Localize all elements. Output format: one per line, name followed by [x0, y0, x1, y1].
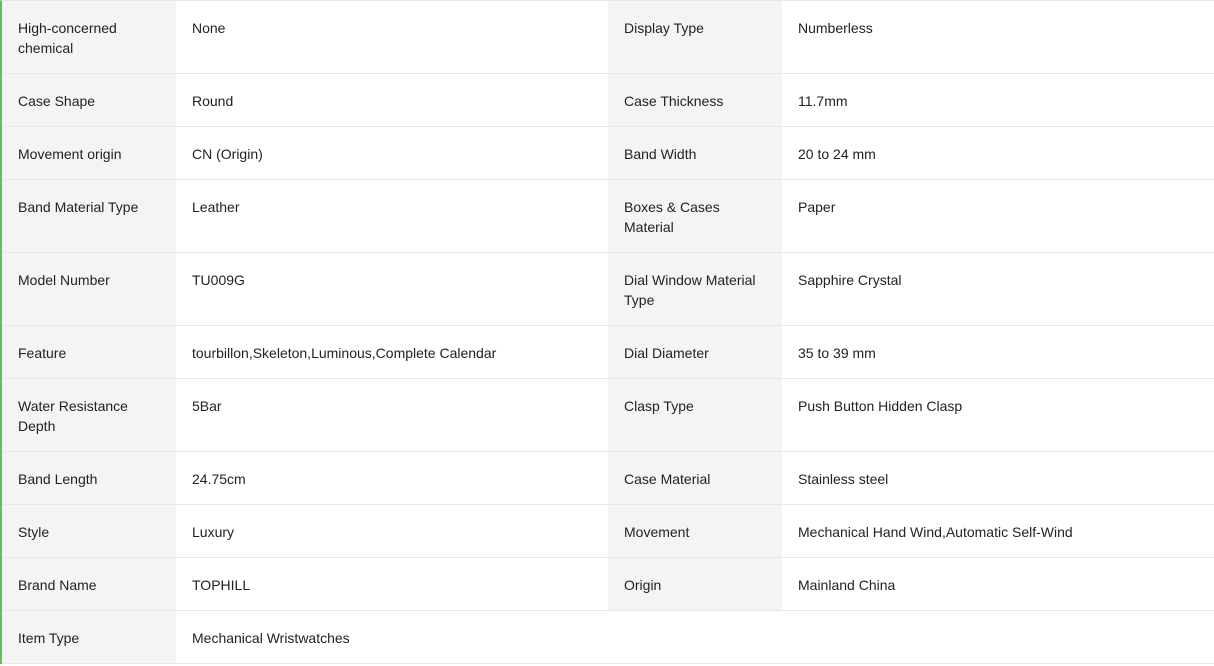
- product-specifications-table: High-concerned chemical None Display Typ…: [0, 0, 1214, 664]
- spec-value: CN (Origin): [176, 127, 608, 179]
- spec-value: Mainland China: [782, 558, 1214, 610]
- spec-value: Leather: [176, 180, 608, 252]
- table-row: Brand Name TOPHILL Origin Mainland China: [2, 558, 1214, 611]
- spec-label: Boxes & Cases Material: [608, 180, 782, 252]
- spec-label: Style: [2, 505, 176, 557]
- spec-value: Stainless steel: [782, 452, 1214, 504]
- spec-label: Water Resistance Depth: [2, 379, 176, 451]
- spec-value: Luxury: [176, 505, 608, 557]
- spec-value: Mechanical Hand Wind,Automatic Self-Wind: [782, 505, 1214, 557]
- table-row: Item Type Mechanical Wristwatches: [2, 611, 1214, 664]
- spec-label: Band Length: [2, 452, 176, 504]
- spec-value: Push Button Hidden Clasp: [782, 379, 1214, 451]
- empty-cell: [782, 611, 1214, 663]
- spec-label: Movement origin: [2, 127, 176, 179]
- spec-value: Round: [176, 74, 608, 126]
- spec-label: Case Shape: [2, 74, 176, 126]
- spec-label: Case Material: [608, 452, 782, 504]
- table-row: Water Resistance Depth 5Bar Clasp Type P…: [2, 379, 1214, 452]
- spec-value: Numberless: [782, 1, 1214, 73]
- spec-label: Movement: [608, 505, 782, 557]
- spec-value: TOPHILL: [176, 558, 608, 610]
- empty-cell: [608, 611, 782, 663]
- spec-value: 11.7mm: [782, 74, 1214, 126]
- spec-value: 35 to 39 mm: [782, 326, 1214, 378]
- spec-value: 24.75cm: [176, 452, 608, 504]
- spec-value: TU009G: [176, 253, 608, 325]
- table-row: Feature tourbillon,Skeleton,Luminous,Com…: [2, 326, 1214, 379]
- spec-label: Display Type: [608, 1, 782, 73]
- spec-label: Case Thickness: [608, 74, 782, 126]
- spec-value: None: [176, 1, 608, 73]
- spec-value: Mechanical Wristwatches: [176, 611, 608, 663]
- table-row: Case Shape Round Case Thickness 11.7mm: [2, 74, 1214, 127]
- spec-label: Dial Window Material Type: [608, 253, 782, 325]
- spec-label: Item Type: [2, 611, 176, 663]
- table-row: Band Length 24.75cm Case Material Stainl…: [2, 452, 1214, 505]
- spec-label: High-concerned chemical: [2, 1, 176, 73]
- spec-label: Feature: [2, 326, 176, 378]
- table-row: Movement origin CN (Origin) Band Width 2…: [2, 127, 1214, 180]
- spec-label: Dial Diameter: [608, 326, 782, 378]
- table-row: Band Material Type Leather Boxes & Cases…: [2, 180, 1214, 253]
- spec-value: 20 to 24 mm: [782, 127, 1214, 179]
- spec-label: Clasp Type: [608, 379, 782, 451]
- table-row: Model Number TU009G Dial Window Material…: [2, 253, 1214, 326]
- table-row: High-concerned chemical None Display Typ…: [2, 1, 1214, 74]
- spec-value: tourbillon,Skeleton,Luminous,Complete Ca…: [176, 326, 608, 378]
- spec-label: Model Number: [2, 253, 176, 325]
- spec-label: Brand Name: [2, 558, 176, 610]
- spec-value: Sapphire Crystal: [782, 253, 1214, 325]
- table-row: Style Luxury Movement Mechanical Hand Wi…: [2, 505, 1214, 558]
- spec-value: Paper: [782, 180, 1214, 252]
- spec-label: Band Material Type: [2, 180, 176, 252]
- spec-label: Band Width: [608, 127, 782, 179]
- spec-value: 5Bar: [176, 379, 608, 451]
- spec-label: Origin: [608, 558, 782, 610]
